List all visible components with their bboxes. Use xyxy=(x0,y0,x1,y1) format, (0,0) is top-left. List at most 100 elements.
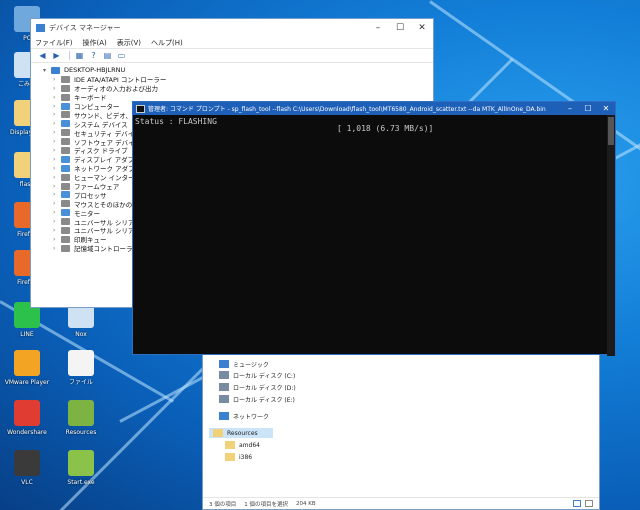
nav-item-label: amd64 xyxy=(239,441,260,449)
chevron-right-icon[interactable]: › xyxy=(53,174,61,181)
wondershare-icon xyxy=(14,400,40,426)
command-prompt-titlebar[interactable]: 管理者: コマンド プロンプト - sp_flash_tool --flash … xyxy=(133,102,615,115)
device-category-icon xyxy=(61,235,70,243)
command-prompt-title: 管理者: コマンド プロンプト - sp_flash_tool --flash … xyxy=(148,106,546,113)
device-category-icon xyxy=(61,244,70,252)
tree-item-label: 記憶域コントローラー xyxy=(74,245,139,254)
drive-icon xyxy=(219,395,229,403)
desktop-icon[interactable]: Wondershare xyxy=(2,400,52,436)
device-category-icon xyxy=(61,209,70,217)
flash-status-line: Status : FLASHING xyxy=(135,117,217,126)
maximize-button[interactable]: ☐ xyxy=(389,19,411,37)
exe-icon xyxy=(68,450,94,476)
menu-action[interactable]: 操作(A) xyxy=(83,38,107,48)
folder-green-icon xyxy=(68,400,94,426)
menu-file[interactable]: ファイル(F) xyxy=(35,38,73,48)
chevron-right-icon[interactable]: › xyxy=(53,111,61,118)
help-icon[interactable]: ? xyxy=(88,51,99,61)
nav-item[interactable]: ローカル ディスク (E:) xyxy=(219,394,295,404)
toolbar-divider xyxy=(69,51,70,60)
large-icons-view-icon[interactable] xyxy=(585,500,593,507)
chevron-right-icon[interactable]: › xyxy=(53,147,61,154)
details-view-icon[interactable] xyxy=(573,500,581,507)
device-category-icon xyxy=(61,84,70,92)
chevron-right-icon[interactable]: › xyxy=(53,227,61,234)
chevron-down-icon[interactable]: ▾ xyxy=(43,67,51,74)
device-category-icon xyxy=(61,102,70,110)
desktop-icon[interactable]: Start.exe xyxy=(56,450,106,486)
back-arrow-icon[interactable]: ◀ xyxy=(37,51,48,61)
desktop-icon-label: Wondershare xyxy=(7,429,47,436)
command-prompt-window[interactable]: 管理者: コマンド プロンプト - sp_flash_tool --flash … xyxy=(132,101,616,356)
nav-item-label: ローカル ディスク (D:) xyxy=(233,384,296,392)
desktop-icon-label: LINE xyxy=(20,331,34,338)
chevron-right-icon[interactable]: › xyxy=(53,183,61,190)
device-manager-icon xyxy=(36,24,45,32)
nav-item[interactable]: Resources xyxy=(209,428,273,438)
file-explorer-window[interactable]: ミュージック ローカル ディスク (C:) ローカル ディスク (D:) ローカル デ… xyxy=(202,345,600,510)
device-category-icon xyxy=(61,155,70,163)
menu-help[interactable]: ヘルプ(H) xyxy=(151,38,183,48)
desktop-icon[interactable]: VLC xyxy=(2,450,52,486)
nav-item[interactable]: amd64 xyxy=(225,440,260,450)
device-manager-titlebar[interactable]: デバイス マネージャー – ☐ ✕ xyxy=(31,19,433,37)
chevron-right-icon[interactable]: › xyxy=(53,245,61,252)
device-list-icon[interactable]: ▤ xyxy=(102,51,113,61)
chevron-right-icon[interactable]: › xyxy=(53,129,61,136)
chevron-right-icon[interactable]: › xyxy=(53,165,61,172)
menu-bar: ファイル(F) 操作(A) 表示(V) ヘルプ(H) xyxy=(31,37,433,49)
device-category-icon xyxy=(61,138,70,146)
chevron-right-icon[interactable]: › xyxy=(53,94,61,101)
chevron-right-icon[interactable]: › xyxy=(53,200,61,207)
vmware-icon xyxy=(14,350,40,376)
device-category-icon xyxy=(61,93,70,101)
nav-item[interactable]: ミュージック xyxy=(219,359,269,369)
chevron-right-icon[interactable]: › xyxy=(53,85,61,92)
drive-icon xyxy=(219,371,229,379)
close-button[interactable]: ✕ xyxy=(411,19,433,37)
scrollbar-thumb[interactable] xyxy=(608,117,614,145)
nav-item[interactable]: ローカル ディスク (C:) xyxy=(219,370,295,380)
minimize-button[interactable]: – xyxy=(367,19,389,37)
nav-item[interactable]: i386 xyxy=(225,452,252,462)
desktop-icon-label: ファイル xyxy=(68,379,93,386)
network-icon xyxy=(219,412,229,420)
chevron-right-icon[interactable]: › xyxy=(53,209,61,216)
desktop-icon[interactable]: VMware Player xyxy=(2,350,52,386)
status-bar: 3 個の項目 1 個の項目を選択 204 KB xyxy=(203,497,599,509)
minimize-button[interactable]: – xyxy=(561,102,579,115)
chevron-right-icon[interactable]: › xyxy=(53,120,61,127)
close-button[interactable]: ✕ xyxy=(597,102,615,115)
nav-item[interactable]: ローカル ディスク (D:) xyxy=(219,382,296,392)
chevron-right-icon[interactable]: › xyxy=(53,191,61,198)
chevron-right-icon[interactable]: › xyxy=(53,156,61,163)
menu-view[interactable]: 表示(V) xyxy=(117,38,141,48)
forward-arrow-icon[interactable]: ▶ xyxy=(51,51,62,61)
chevron-right-icon[interactable]: › xyxy=(53,218,61,225)
flash-progress-line: [ 1,018 (6.73 MB/s)] xyxy=(337,124,434,133)
folder-icon xyxy=(225,441,235,449)
desktop-icon[interactable]: ファイル xyxy=(56,350,106,386)
device-category-icon xyxy=(61,111,70,119)
properties-icon[interactable]: ▦ xyxy=(74,51,85,61)
nav-item[interactable]: ネットワーク xyxy=(219,411,269,421)
chevron-right-icon[interactable]: › xyxy=(53,76,61,83)
desktop-icon-label: Start.exe xyxy=(67,479,95,486)
device-category-icon xyxy=(61,218,70,226)
desktop-icon[interactable]: Resources xyxy=(56,400,106,436)
chevron-right-icon[interactable]: › xyxy=(53,103,61,110)
console-output[interactable]: Status : FLASHING [ 1,018 (6.73 MB/s)] xyxy=(133,115,615,356)
item-count: 3 個の項目 xyxy=(209,501,237,508)
monitor-icon[interactable]: ▭ xyxy=(116,51,127,61)
maximize-button[interactable]: ☐ xyxy=(579,102,597,115)
console-scrollbar[interactable] xyxy=(607,115,615,356)
nav-item-label: ローカル ディスク (E:) xyxy=(233,396,295,404)
cmd-icon xyxy=(136,104,145,113)
selected-count: 1 個の項目を選択 xyxy=(244,501,288,508)
chevron-right-icon[interactable]: › xyxy=(53,138,61,145)
nav-item-label: ネットワーク xyxy=(233,413,270,421)
nav-item-label: ミュージック xyxy=(233,361,269,369)
chevron-right-icon[interactable]: › xyxy=(53,236,61,243)
tree-category[interactable]: › オーディオの入力および出力 xyxy=(53,84,433,93)
device-category-icon xyxy=(61,200,70,208)
